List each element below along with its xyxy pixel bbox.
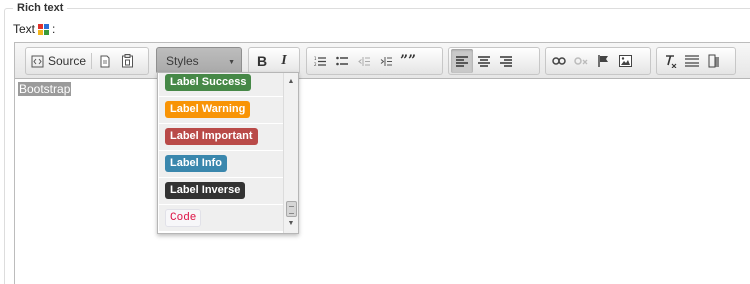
editor-toolbar: Source Styles ▼ B I 1 2 ”” bbox=[15, 43, 750, 79]
styles-label: Styles bbox=[166, 53, 199, 68]
styles-dropdown-panel: Label Success Label Warning Label Importan… bbox=[157, 72, 299, 234]
toolbar-group-align bbox=[448, 47, 540, 75]
align-left-icon bbox=[456, 55, 468, 67]
indent-icon bbox=[380, 56, 392, 66]
bold-button[interactable]: B bbox=[251, 49, 273, 73]
toolbar-group-misc bbox=[656, 47, 736, 75]
rich-text-editor[interactable]: Source Styles ▼ B I 1 2 ”” Bootstrap bbox=[14, 42, 750, 284]
show-blocks-button[interactable] bbox=[703, 49, 725, 73]
link-icon bbox=[552, 57, 566, 65]
chevron-down-icon: ▼ bbox=[228, 59, 235, 66]
bullet-list-icon bbox=[335, 56, 348, 65]
unlink-button[interactable] bbox=[570, 49, 592, 73]
styles-list-item[interactable]: Label Info bbox=[159, 151, 283, 178]
horizontal-line-icon bbox=[685, 55, 699, 67]
decrease-indent-button[interactable] bbox=[353, 49, 375, 73]
flag-icon bbox=[597, 55, 608, 67]
new-page-button[interactable] bbox=[94, 49, 116, 73]
label-style-sample: Label Success bbox=[165, 74, 252, 91]
styles-list: Label Success Label Warning Label Importan… bbox=[159, 73, 283, 232]
svg-text:1: 1 bbox=[314, 56, 317, 61]
label-style-sample: Label Inverse bbox=[165, 182, 246, 199]
scroll-up-arrow-icon[interactable]: ▲ bbox=[284, 75, 298, 89]
toolbar-separator bbox=[91, 53, 93, 69]
styles-list-item[interactable]: Code bbox=[159, 205, 283, 232]
source-button[interactable]: Source bbox=[28, 49, 89, 73]
align-center-button[interactable] bbox=[473, 49, 495, 73]
field-label-text: Text bbox=[13, 22, 36, 36]
source-icon bbox=[31, 55, 44, 67]
styles-list-item[interactable]: Label Success bbox=[159, 73, 283, 97]
text-field-label: Text : bbox=[13, 22, 55, 36]
code-style-sample: Code bbox=[165, 209, 202, 227]
toolbar-group-basic: B I bbox=[248, 47, 300, 75]
numbered-list-button[interactable]: 1 2 bbox=[309, 49, 331, 73]
styles-list-item[interactable]: Label Important bbox=[159, 124, 283, 151]
italic-button[interactable]: I bbox=[273, 49, 295, 73]
image-button[interactable] bbox=[614, 49, 636, 73]
editor-content-text[interactable]: Bootstrap bbox=[18, 82, 72, 96]
align-right-button[interactable] bbox=[495, 49, 517, 73]
field-label-suffix: : bbox=[52, 22, 56, 36]
outdent-icon bbox=[357, 56, 370, 66]
label-style-sample: Label Important bbox=[165, 128, 258, 145]
templates-button[interactable] bbox=[116, 49, 138, 73]
dropdown-scrollbar[interactable]: ▲ ▼ bbox=[283, 73, 298, 233]
styles-list-item[interactable]: Label Warning bbox=[159, 97, 283, 124]
scrollbar-thumb[interactable] bbox=[286, 201, 297, 217]
align-center-icon bbox=[478, 55, 490, 67]
toolbar-group-lists: 1 2 ”” bbox=[306, 47, 443, 75]
horizontal-rule-button[interactable] bbox=[681, 49, 703, 73]
svg-text:2: 2 bbox=[314, 62, 317, 67]
paste-template-icon bbox=[121, 54, 133, 68]
unlink-icon bbox=[574, 57, 588, 65]
show-blocks-icon bbox=[708, 54, 719, 68]
remove-format-icon bbox=[665, 54, 676, 68]
link-button[interactable] bbox=[548, 49, 570, 73]
blockquote-button[interactable]: ”” bbox=[397, 49, 419, 73]
increase-indent-button[interactable] bbox=[375, 49, 397, 73]
scroll-down-arrow-icon[interactable]: ▼ bbox=[284, 217, 298, 231]
toolbar-group-document: Source bbox=[25, 47, 149, 75]
label-style-sample: Label Warning bbox=[165, 101, 251, 118]
label-style-sample: Label Info bbox=[165, 155, 227, 172]
styles-list-item[interactable]: Label Inverse bbox=[159, 178, 283, 205]
align-right-icon bbox=[500, 55, 512, 67]
numbered-list-icon: 1 2 bbox=[314, 56, 326, 67]
align-left-button[interactable] bbox=[451, 49, 473, 73]
fieldset-legend: Rich text bbox=[13, 2, 68, 14]
language-flag-icon bbox=[38, 23, 50, 35]
toolbar-group-insert bbox=[545, 47, 651, 75]
bullet-list-button[interactable] bbox=[331, 49, 353, 73]
styles-dropdown-button[interactable]: Styles ▼ bbox=[156, 47, 242, 74]
image-icon bbox=[618, 55, 632, 67]
anchor-button[interactable] bbox=[592, 49, 614, 73]
source-button-label: Source bbox=[48, 54, 87, 68]
new-page-icon bbox=[100, 55, 110, 67]
remove-format-button[interactable] bbox=[659, 49, 681, 73]
